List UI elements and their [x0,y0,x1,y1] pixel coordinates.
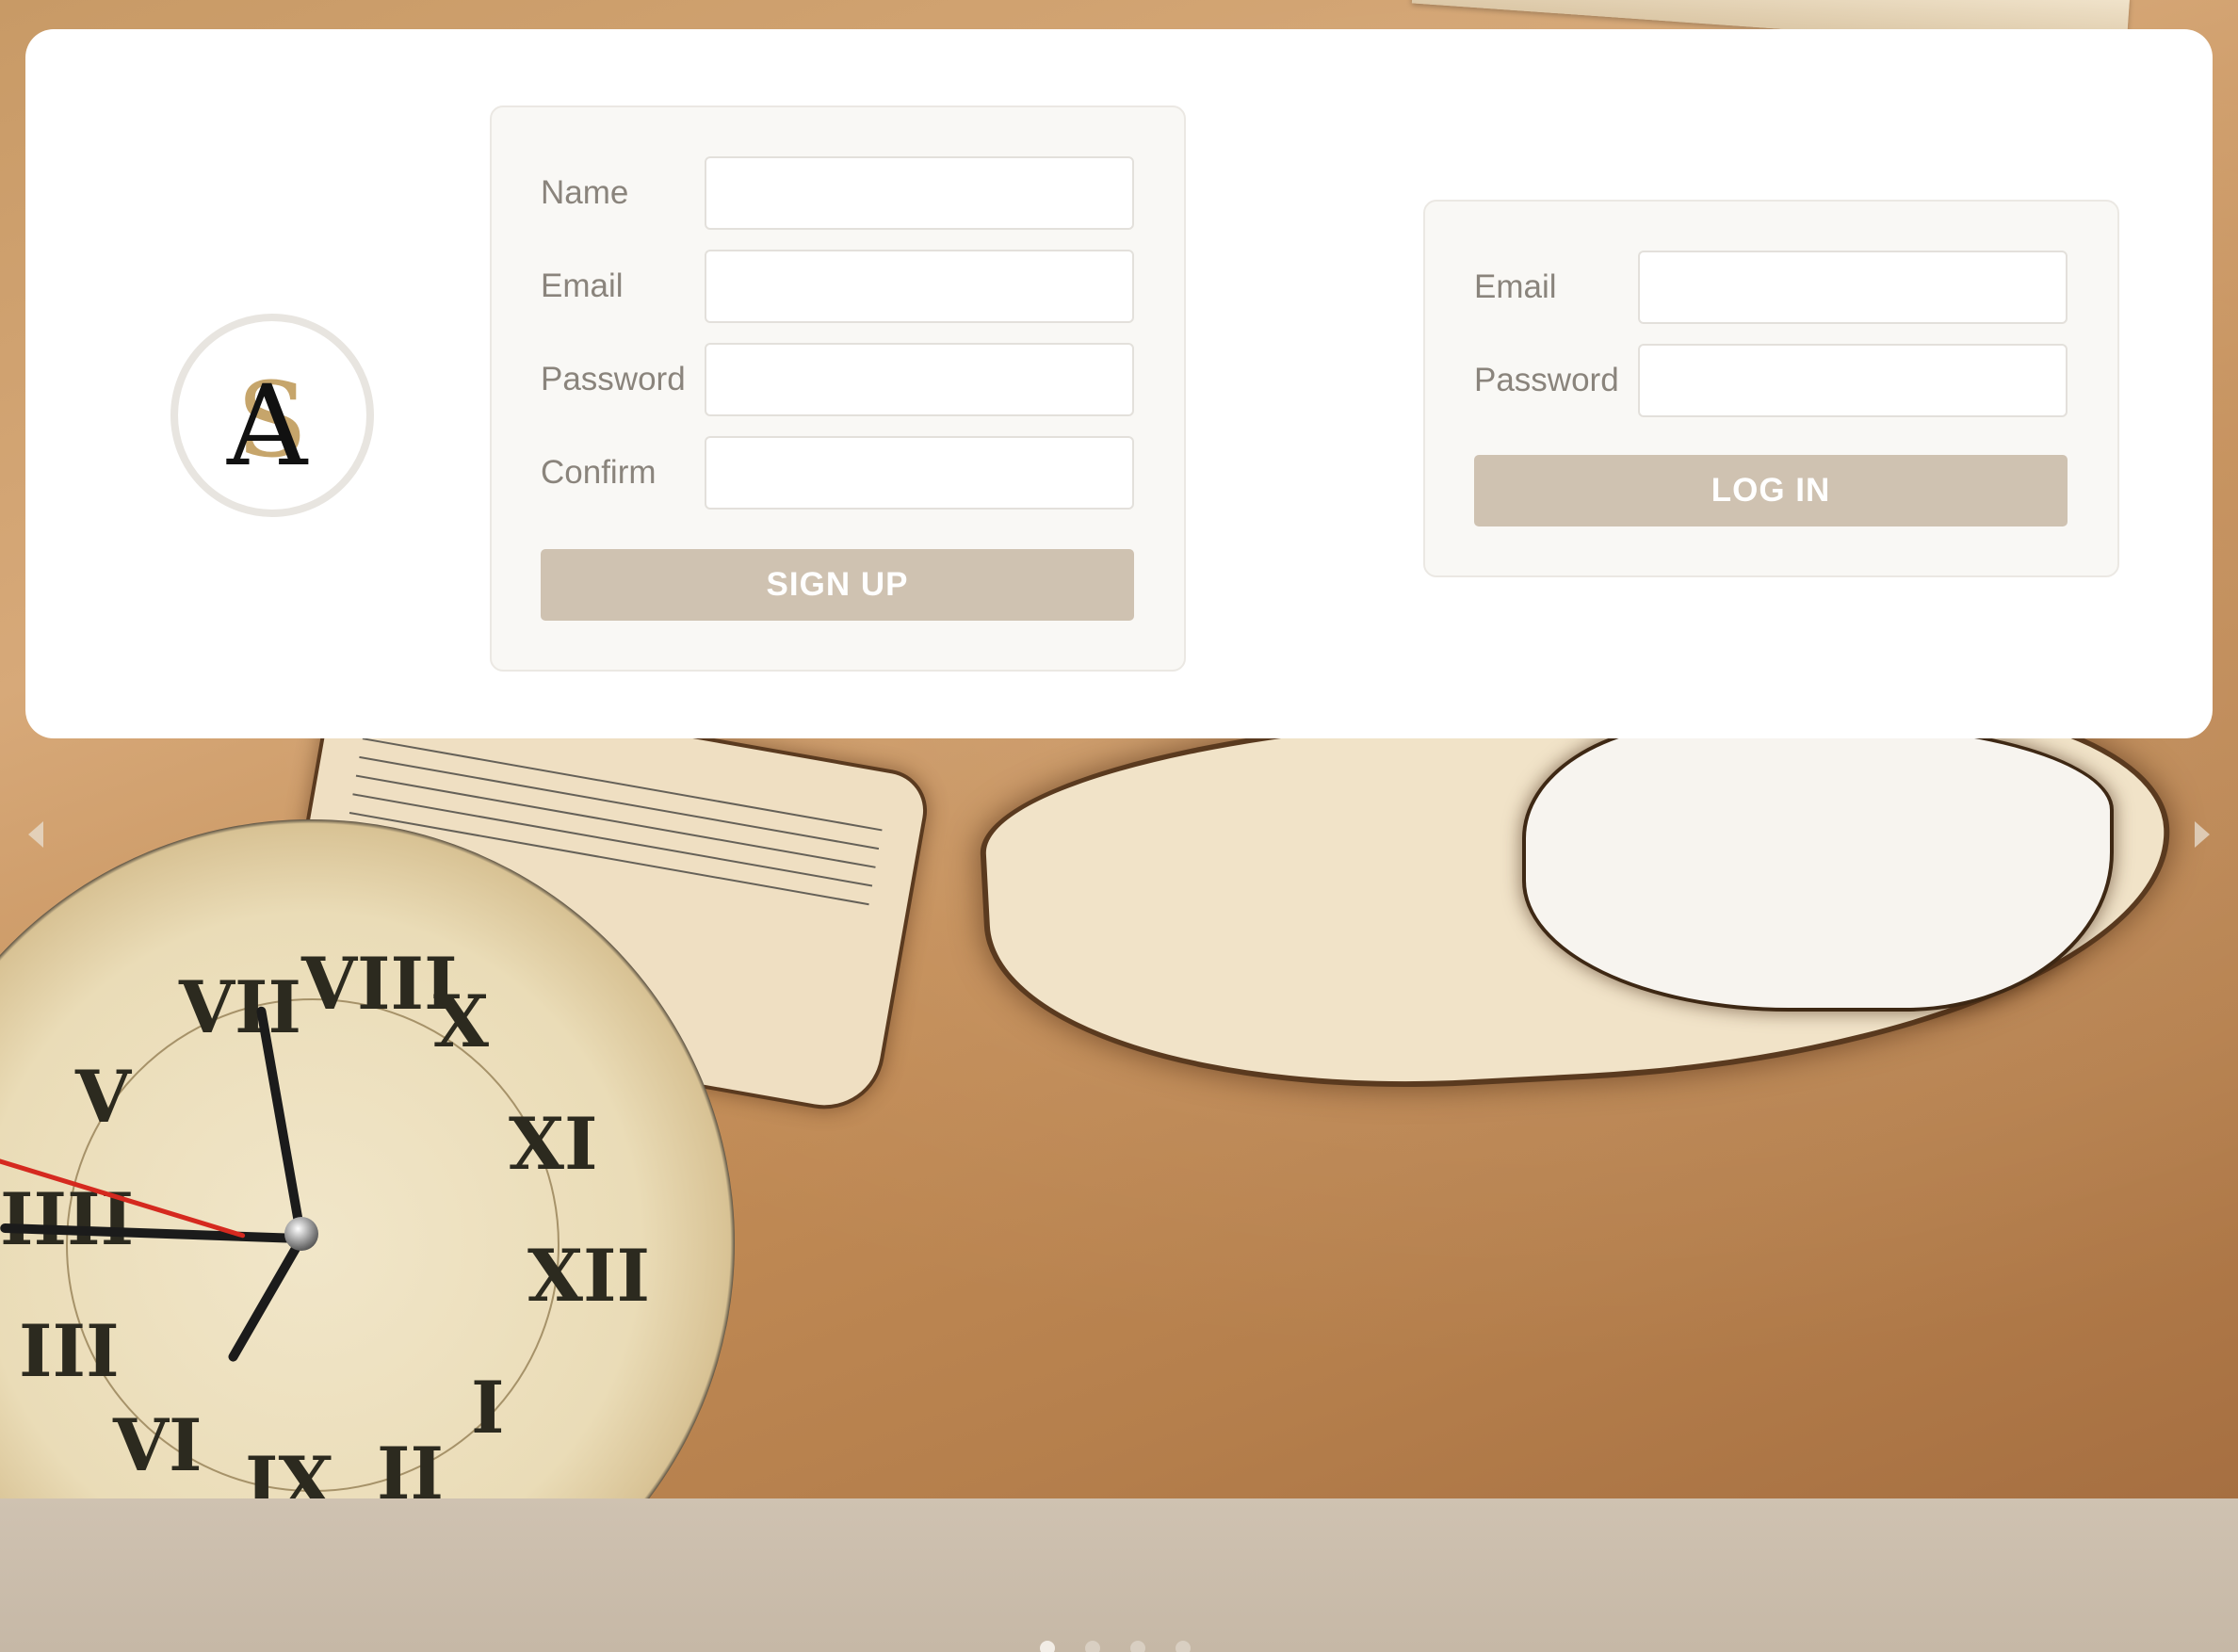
login-email-row: Email [1474,251,2068,324]
clock-numeral: IX [245,1441,334,1498]
signup-email-input[interactable] [705,250,1134,323]
caret-right-icon[interactable] [2195,821,2210,848]
crumpled-sheet-music [1526,725,2110,1008]
signup-password-input[interactable] [705,343,1134,416]
signup-name-input[interactable] [705,156,1134,230]
clock-numeral: VI [113,1403,203,1487]
confirm-label: Confirm [541,454,657,491]
clock-numeral: III [19,1309,120,1393]
email-label: Email [1474,268,1557,305]
clock-numeral: XII [527,1234,651,1318]
sign-up-button[interactable]: SIGN UP [541,549,1134,621]
caret-left-icon[interactable] [28,821,43,848]
slide-dot-4[interactable] [1176,1641,1191,1652]
clock-numeral: X [433,980,489,1063]
clock-numeral: XI [509,1102,598,1186]
signup-confirm-input[interactable] [705,436,1134,510]
clock-hub [284,1217,318,1251]
password-label: Password [541,361,686,397]
logo-monogram-a: A [227,361,308,491]
signup-confirm-row: Confirm [541,436,1134,510]
password-label: Password [1474,362,1619,398]
clock-numeral: IIII [0,1177,135,1261]
auth-panel: S A Name Email Password Confirm SIGN UP … [25,29,2213,738]
slider-pagination [1040,1641,1191,1652]
slide-dot-1[interactable] [1040,1641,1055,1652]
signup-name-row: Name [541,156,1134,230]
login-password-input[interactable] [1638,344,2068,417]
clock-numeral: V [75,1055,131,1139]
log-in-button[interactable]: LOG IN [1474,455,2068,526]
slide-dot-3[interactable] [1130,1641,1145,1652]
signup-form: Name Email Password Confirm SIGN UP [490,105,1186,672]
clock-numeral: II [377,1432,445,1498]
email-label: Email [541,267,624,304]
clock-numeral: I [471,1366,505,1450]
slide-dot-2[interactable] [1085,1641,1100,1652]
name-label: Name [541,174,629,211]
login-form: Email Password LOG IN [1423,200,2119,577]
clock-numeral: VII [179,965,302,1049]
slider-footer-bar [0,1498,2238,1652]
login-email-input[interactable] [1638,251,2068,324]
login-password-row: Password [1474,344,2068,417]
signup-email-row: Email [541,250,1134,323]
brand-logo: S A [170,314,374,517]
signup-password-row: Password [541,343,1134,416]
